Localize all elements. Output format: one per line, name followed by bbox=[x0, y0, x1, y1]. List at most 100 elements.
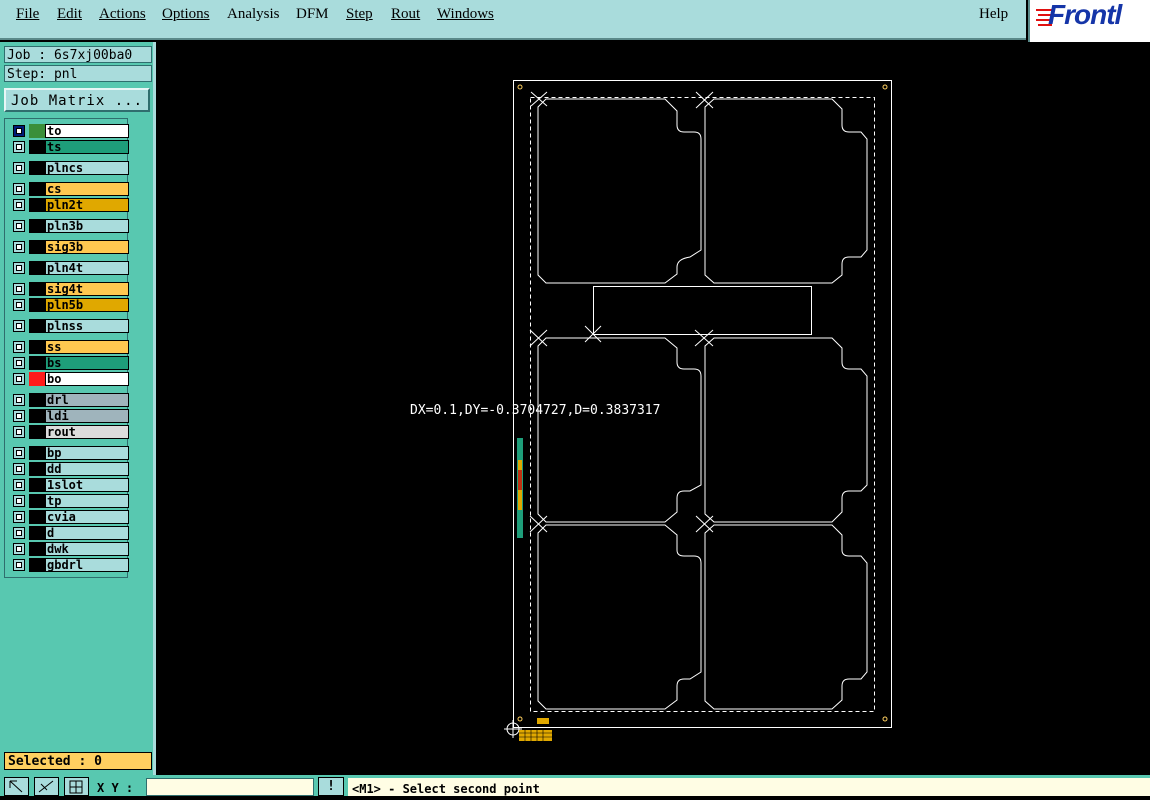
menu-file[interactable]: File bbox=[16, 6, 39, 23]
menu-actions-label: Actions bbox=[99, 6, 146, 22]
layer-row-cvia[interactable]: cvia bbox=[11, 510, 129, 524]
layer-color-swatch bbox=[29, 558, 45, 572]
layer-row-bs[interactable]: bs bbox=[11, 356, 129, 370]
layer-checkbox[interactable] bbox=[13, 262, 25, 274]
selected-count: Selected : 0 bbox=[4, 752, 152, 770]
layer-row-pln2t[interactable]: pln2t bbox=[11, 198, 129, 212]
layer-row-cs[interactable]: cs bbox=[11, 182, 129, 196]
layer-color-swatch bbox=[29, 124, 45, 138]
layer-row-d[interactable]: d bbox=[11, 526, 129, 540]
layer-row-pln3b[interactable]: pln3b bbox=[11, 219, 129, 233]
layer-checkbox[interactable] bbox=[13, 299, 25, 311]
layer-color-swatch bbox=[29, 372, 45, 386]
left-panel: Job : 6s7xj00ba0 Step: pnl Job Matrix ..… bbox=[0, 42, 156, 775]
layer-color-swatch bbox=[29, 409, 45, 423]
layer-color-swatch bbox=[29, 198, 45, 212]
layer-checkbox[interactable] bbox=[13, 527, 25, 539]
layer-color-swatch bbox=[29, 182, 45, 196]
xy-label: X Y : bbox=[97, 781, 134, 795]
layer-checkbox[interactable] bbox=[13, 394, 25, 406]
menu-step[interactable]: Step bbox=[346, 6, 373, 23]
board-outline-3 bbox=[537, 337, 702, 523]
layer-checkbox[interactable] bbox=[13, 220, 25, 232]
menu-step-label: Step bbox=[346, 6, 373, 22]
layer-row-bp[interactable]: bp bbox=[11, 446, 129, 460]
job-matrix-button[interactable]: Job Matrix ... bbox=[4, 88, 150, 112]
layer-row-bo[interactable]: bo bbox=[11, 372, 129, 386]
layer-checkbox[interactable] bbox=[13, 183, 25, 195]
layer-checkbox[interactable] bbox=[13, 410, 25, 422]
zoom-tool-button[interactable] bbox=[4, 777, 29, 796]
layer-checkbox[interactable] bbox=[13, 357, 25, 369]
status-prompt: <M1> - Select second point bbox=[348, 778, 1150, 796]
layer-row-gbdrl[interactable]: gbdrl bbox=[11, 558, 129, 572]
layer-row-dd[interactable]: dd bbox=[11, 462, 129, 476]
layer-row-sig4t[interactable]: sig4t bbox=[11, 282, 129, 296]
board-outline-5 bbox=[537, 524, 702, 710]
layer-name: dwk bbox=[45, 542, 129, 556]
layer-name: ldi bbox=[45, 409, 129, 423]
layer-row-plncs[interactable]: plncs bbox=[11, 161, 129, 175]
menu-actions[interactable]: Actions bbox=[99, 6, 146, 23]
layer-checkbox[interactable] bbox=[13, 426, 25, 438]
layer-checkbox[interactable] bbox=[13, 511, 25, 523]
menu-options[interactable]: Options bbox=[162, 6, 210, 23]
layer-checkbox[interactable] bbox=[13, 373, 25, 385]
measure-tool-button[interactable] bbox=[34, 777, 59, 796]
layer-checkbox[interactable] bbox=[13, 241, 25, 253]
layer-checkbox[interactable] bbox=[13, 463, 25, 475]
layer-row-pln5b[interactable]: pln5b bbox=[11, 298, 129, 312]
layer-name: cs bbox=[45, 182, 129, 196]
layer-checkbox[interactable] bbox=[13, 141, 25, 153]
layer-row-ss[interactable]: ss bbox=[11, 340, 129, 354]
layer-row-sig3b[interactable]: sig3b bbox=[11, 240, 129, 254]
layer-checkbox[interactable] bbox=[13, 495, 25, 507]
layer-checkbox[interactable] bbox=[13, 199, 25, 211]
layer-checkbox[interactable] bbox=[13, 543, 25, 555]
layer-row-1slot[interactable]: 1slot bbox=[11, 478, 129, 492]
layer-row-ts[interactable]: ts bbox=[11, 140, 129, 154]
grid-snap-icon bbox=[69, 780, 83, 794]
layer-checkbox[interactable] bbox=[13, 125, 25, 137]
layer-checkbox[interactable] bbox=[13, 320, 25, 332]
snap-tool-button[interactable] bbox=[64, 777, 89, 796]
layer-color-swatch bbox=[29, 425, 45, 439]
menu-analysis[interactable]: Analysis bbox=[227, 6, 280, 23]
layer-name: sig4t bbox=[45, 282, 129, 296]
layer-name: pln5b bbox=[45, 298, 129, 312]
layer-checkbox[interactable] bbox=[13, 559, 25, 571]
layer-checkbox[interactable] bbox=[13, 283, 25, 295]
layer-color-swatch bbox=[29, 282, 45, 296]
layer-row-rout[interactable]: rout bbox=[11, 425, 129, 439]
alert-button[interactable]: ! bbox=[318, 777, 344, 796]
layer-color-swatch bbox=[29, 140, 45, 154]
layer-checkbox[interactable] bbox=[13, 479, 25, 491]
zoom-arrow-icon bbox=[9, 780, 23, 793]
layer-row-dwk[interactable]: dwk bbox=[11, 542, 129, 556]
layer-name: bs bbox=[45, 356, 129, 370]
layer-color-swatch bbox=[29, 161, 45, 175]
menu-help[interactable]: Help bbox=[979, 6, 1008, 23]
board-outline-4 bbox=[704, 337, 868, 523]
menu-dfm[interactable]: DFM bbox=[296, 6, 329, 23]
step-name: Step: pnl bbox=[4, 65, 152, 82]
layer-row-tp[interactable]: tp bbox=[11, 494, 129, 508]
logo-text: Frontl bbox=[1048, 0, 1122, 30]
layer-row-pln4t[interactable]: pln4t bbox=[11, 261, 129, 275]
layer-checkbox[interactable] bbox=[13, 162, 25, 174]
menu-edit[interactable]: Edit bbox=[57, 6, 82, 23]
layer-color-swatch bbox=[29, 298, 45, 312]
layer-row-drl[interactable]: drl bbox=[11, 393, 129, 407]
layer-checkbox[interactable] bbox=[13, 341, 25, 353]
layer-row-to[interactable]: to bbox=[11, 124, 129, 138]
menu-windows[interactable]: Windows bbox=[437, 6, 494, 23]
xy-input[interactable] bbox=[146, 778, 314, 796]
layer-name: bo bbox=[45, 372, 129, 386]
layer-row-plnss[interactable]: plnss bbox=[11, 319, 129, 333]
menu-rout[interactable]: Rout bbox=[391, 6, 420, 23]
layer-row-ldi[interactable]: ldi bbox=[11, 409, 129, 423]
layer-color-swatch bbox=[29, 319, 45, 333]
layer-name: rout bbox=[45, 425, 129, 439]
layer-checkbox[interactable] bbox=[13, 447, 25, 459]
menu-edit-label: Edit bbox=[57, 6, 82, 22]
